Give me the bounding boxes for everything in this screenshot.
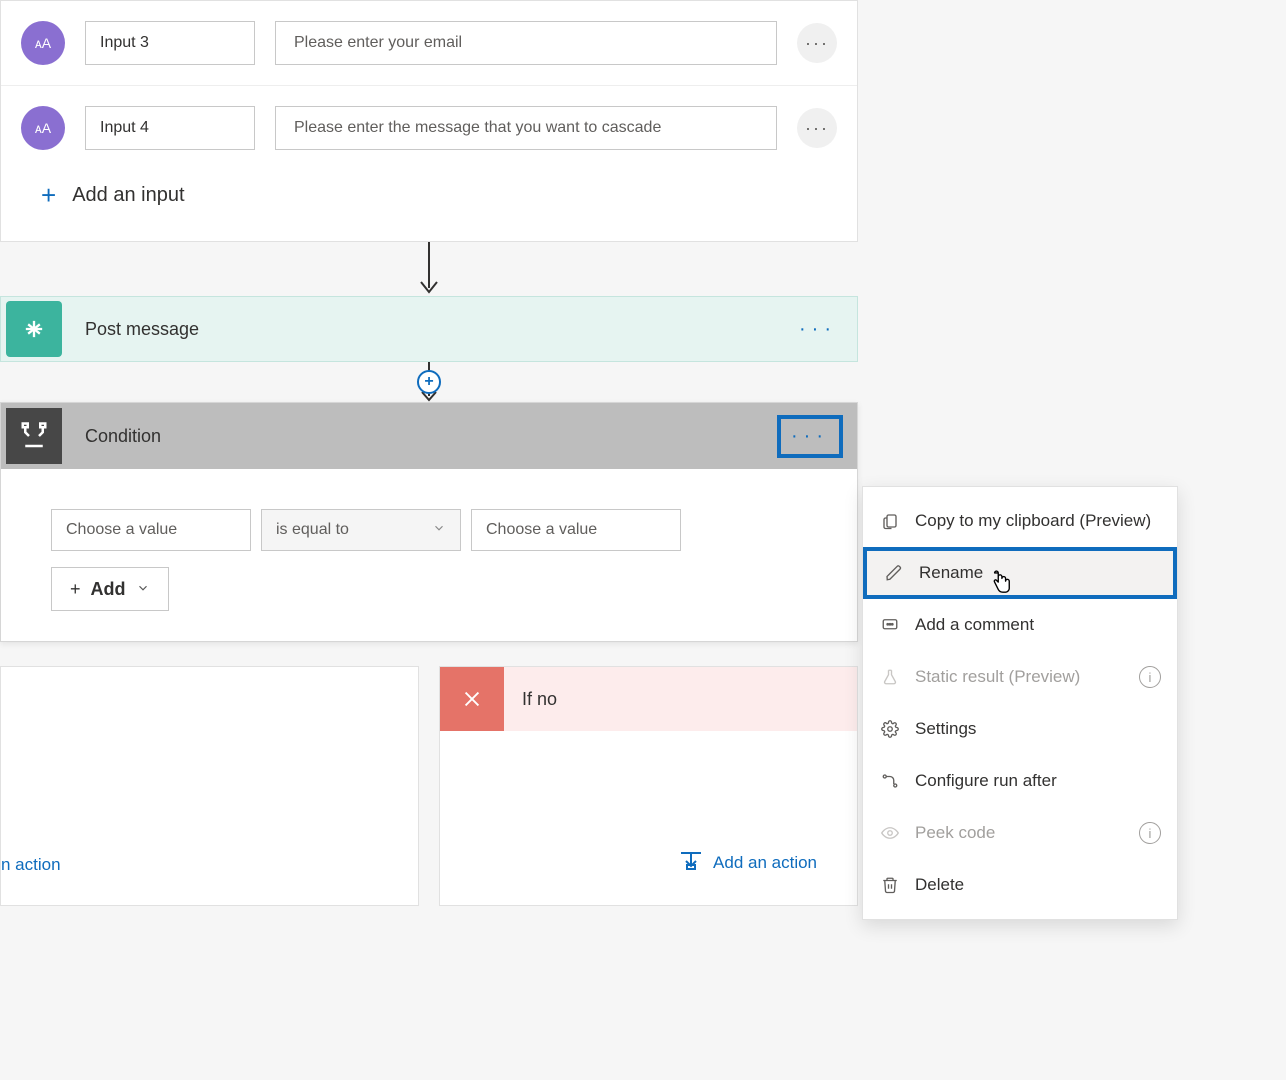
post-message-card[interactable]: Post message ··· bbox=[0, 296, 858, 362]
flow-canvas: ᴀA Input 3 Please enter your email ··· ᴀ… bbox=[0, 0, 858, 1080]
menu-label: Static result (Preview) bbox=[915, 667, 1080, 687]
menu-settings[interactable]: Settings bbox=[863, 703, 1177, 755]
context-menu: Copy to my clipboard (Preview) Rename Ad… bbox=[862, 486, 1178, 920]
menu-label: Rename bbox=[919, 563, 983, 583]
add-input-label: Add an input bbox=[72, 184, 184, 207]
menu-label: Add a comment bbox=[915, 615, 1034, 635]
pencil-icon bbox=[883, 564, 905, 582]
post-message-menu-button[interactable]: ··· bbox=[799, 318, 837, 341]
add-label: Add bbox=[91, 579, 126, 600]
menu-label: Settings bbox=[915, 719, 976, 739]
add-action-link[interactable]: Add an action bbox=[679, 850, 817, 875]
input-name-field[interactable]: Input 4 bbox=[85, 106, 255, 150]
condition-left-value[interactable]: Choose a value bbox=[51, 509, 251, 551]
plus-icon: + bbox=[70, 579, 81, 600]
insert-step-connector: + bbox=[0, 362, 858, 402]
add-action-link[interactable]: n action bbox=[1, 855, 61, 875]
menu-add-comment[interactable]: Add a comment bbox=[863, 599, 1177, 651]
input-prompt-field[interactable]: Please enter your email bbox=[275, 21, 777, 65]
if-yes-branch: n action bbox=[0, 666, 419, 906]
eye-icon bbox=[879, 824, 901, 842]
flask-icon bbox=[879, 668, 901, 686]
menu-label: Peek code bbox=[915, 823, 995, 843]
condition-menu-button[interactable]: ··· bbox=[791, 425, 829, 448]
connector-arrow bbox=[0, 242, 858, 296]
text-input-icon: ᴀA bbox=[21, 106, 65, 150]
menu-static-result: Static result (Preview) i bbox=[863, 651, 1177, 703]
trigger-card: ᴀA Input 3 Please enter your email ··· ᴀ… bbox=[0, 0, 858, 242]
highlighted-menu-button: ··· bbox=[777, 415, 843, 458]
chevron-down-icon bbox=[432, 521, 446, 540]
cursor-pointer-icon bbox=[990, 570, 1012, 602]
menu-label: Copy to my clipboard (Preview) bbox=[915, 511, 1151, 531]
input-row-menu-button[interactable]: ··· bbox=[797, 108, 837, 148]
input-name-field[interactable]: Input 3 bbox=[85, 21, 255, 65]
menu-label: Configure run after bbox=[915, 771, 1057, 791]
menu-label: Delete bbox=[915, 875, 964, 895]
condition-branches: n action If no Add an action bbox=[0, 666, 858, 906]
text-input-icon: ᴀA bbox=[21, 21, 65, 65]
close-icon bbox=[440, 667, 504, 731]
slack-icon bbox=[6, 301, 62, 357]
menu-copy-clipboard[interactable]: Copy to my clipboard (Preview) bbox=[863, 495, 1177, 547]
add-input-button[interactable]: + Add an input bbox=[1, 150, 857, 211]
if-no-title: If no bbox=[522, 689, 557, 710]
condition-header[interactable]: Condition ··· bbox=[1, 403, 857, 469]
menu-run-after[interactable]: Configure run after bbox=[863, 755, 1177, 807]
input-row-menu-button[interactable]: ··· bbox=[797, 23, 837, 63]
condition-card: Condition ··· Choose a value is equal to… bbox=[0, 402, 858, 642]
plus-icon: + bbox=[41, 180, 56, 211]
condition-add-button[interactable]: + Add bbox=[51, 567, 169, 611]
chevron-down-icon bbox=[136, 579, 150, 600]
add-action-label: Add an action bbox=[713, 853, 817, 873]
menu-peek-code: Peek code i bbox=[863, 807, 1177, 859]
post-message-title: Post message bbox=[85, 319, 781, 340]
menu-delete[interactable]: Delete bbox=[863, 859, 1177, 911]
trash-icon bbox=[879, 876, 901, 894]
condition-title: Condition bbox=[85, 426, 759, 447]
condition-icon bbox=[6, 408, 62, 464]
comment-icon bbox=[879, 616, 901, 634]
flow-icon bbox=[879, 772, 901, 790]
input-row: ᴀA Input 3 Please enter your email ··· bbox=[1, 1, 857, 65]
gear-icon bbox=[879, 720, 901, 738]
insert-step-button[interactable]: + bbox=[417, 370, 441, 394]
info-icon[interactable]: i bbox=[1139, 822, 1161, 844]
condition-right-value[interactable]: Choose a value bbox=[471, 509, 681, 551]
info-icon[interactable]: i bbox=[1139, 666, 1161, 688]
menu-rename[interactable]: Rename bbox=[863, 547, 1177, 599]
input-row: ᴀA Input 4 Please enter the message that… bbox=[1, 85, 857, 150]
condition-expression-row: Choose a value is equal to Choose a valu… bbox=[51, 509, 681, 551]
operator-label: is equal to bbox=[276, 521, 349, 539]
if-no-header[interactable]: If no bbox=[440, 667, 857, 731]
clipboard-icon bbox=[879, 512, 901, 530]
condition-operator-dropdown[interactable]: is equal to bbox=[261, 509, 461, 551]
condition-body: Choose a value is equal to Choose a valu… bbox=[1, 469, 857, 641]
input-prompt-field[interactable]: Please enter the message that you want t… bbox=[275, 106, 777, 150]
insert-action-icon bbox=[679, 850, 703, 875]
if-no-branch: If no Add an action bbox=[439, 666, 858, 906]
